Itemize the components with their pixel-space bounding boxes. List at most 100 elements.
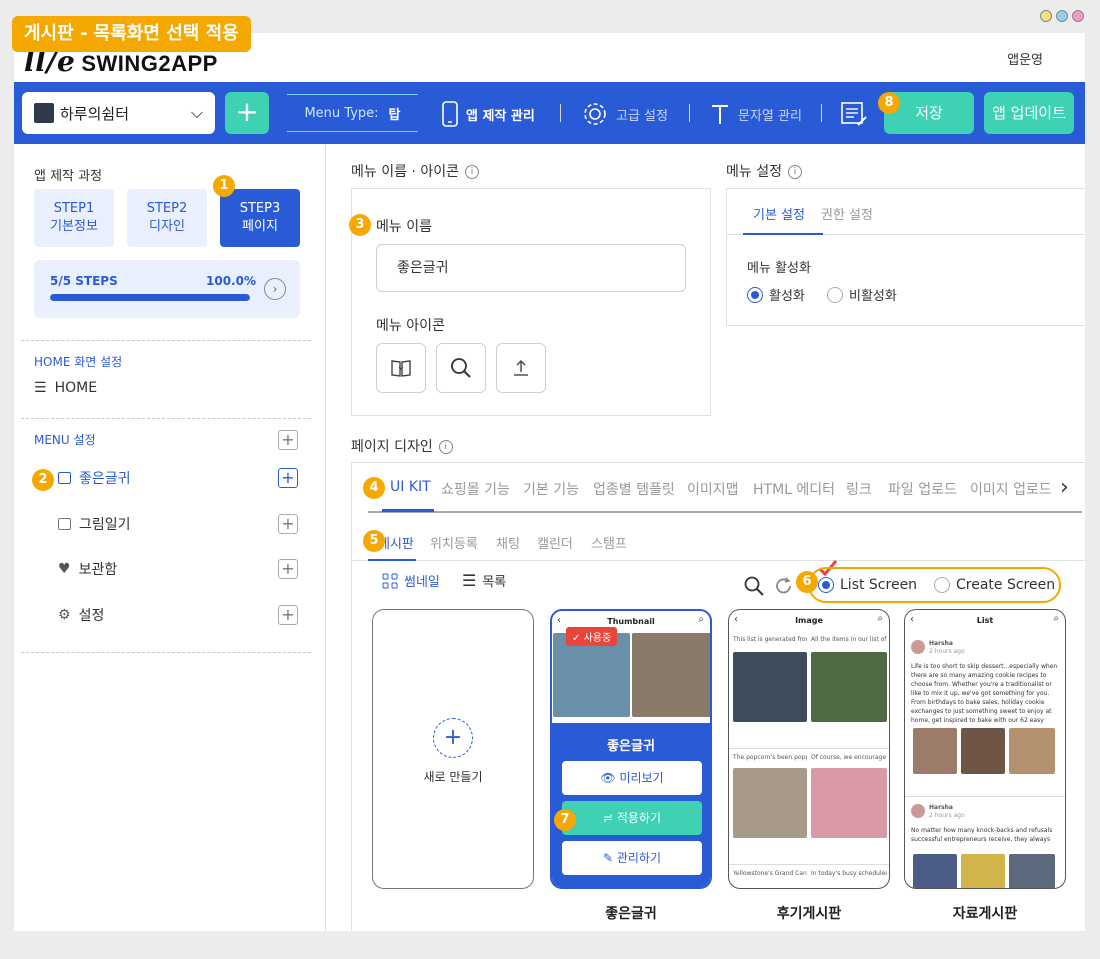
create-screen-radio[interactable]: Create Screen bbox=[934, 577, 1055, 593]
document-edit-button[interactable] bbox=[840, 100, 868, 128]
tab-ui-kit[interactable]: UI KIT bbox=[390, 479, 431, 495]
step1-button[interactable]: STEP1 기본정보 bbox=[34, 189, 114, 247]
subtab-calendar[interactable]: 캘린더 bbox=[537, 533, 573, 552]
search-icon: ⌕ bbox=[877, 613, 883, 624]
maximize-dot[interactable] bbox=[1056, 10, 1068, 22]
minimize-dot[interactable] bbox=[1040, 10, 1052, 22]
menu-name-input[interactable]: 좋은글귀 bbox=[376, 244, 686, 292]
add-submenu-icon[interactable]: + bbox=[278, 605, 298, 625]
step-marker-2: 2 bbox=[32, 469, 54, 491]
add-app-button[interactable]: + bbox=[225, 92, 269, 134]
card-action-overlay: 좋은글귀 👁 미리보기 ≓ 적용하기 ✎ 관리하기 bbox=[552, 723, 710, 887]
tab-permission-settings[interactable]: 권한 설정 bbox=[821, 204, 873, 223]
menu-item-label: 보관함 bbox=[78, 562, 118, 578]
divider bbox=[352, 560, 1085, 561]
hamburger-icon: ☰ bbox=[34, 380, 47, 396]
divider bbox=[689, 104, 690, 122]
info-icon[interactable]: i bbox=[464, 165, 479, 179]
menu-name-section-title: 메뉴 이름 · 아이콘 i bbox=[351, 161, 479, 181]
step-marker-1: 1 bbox=[213, 175, 235, 197]
tab-image-map[interactable]: 이미지맵 bbox=[687, 479, 739, 499]
menu-item-settings[interactable]: ⚙ 설정 bbox=[58, 605, 104, 625]
view-list-toggle[interactable]: ☰ 목록 bbox=[462, 571, 506, 590]
tab-basic-settings[interactable]: 기본 설정 bbox=[753, 204, 805, 223]
image-template-card[interactable]: Image ‹ ⌕ This list is generated from 1.… bbox=[728, 609, 890, 889]
string-manage-button[interactable]: 문자열 관리 bbox=[710, 100, 802, 128]
book-icon-button[interactable] bbox=[376, 343, 426, 393]
advanced-settings-button[interactable]: 고급 설정 bbox=[582, 100, 668, 128]
step-marker-5: 5 bbox=[363, 530, 385, 552]
tab-shopping[interactable]: 쇼핑몰 기능 bbox=[441, 479, 510, 499]
manage-button[interactable]: ✎ 관리하기 bbox=[562, 841, 702, 875]
app-update-button[interactable]: 앱 업데이트 bbox=[984, 92, 1074, 134]
tab-image-upload[interactable]: 이미지 업로드 bbox=[970, 479, 1052, 499]
menu-icon-label: 메뉴 아이콘 bbox=[376, 318, 445, 334]
notes-photo bbox=[961, 854, 1005, 888]
menu-type-display[interactable]: Menu Type: 탑 bbox=[287, 94, 418, 132]
radio-unselected-icon bbox=[934, 577, 950, 593]
divider bbox=[21, 652, 311, 653]
post-text: This list is generated from 1... bbox=[733, 636, 807, 643]
settings-icon: ⚙ bbox=[58, 607, 71, 623]
add-submenu-icon[interactable]: + bbox=[278, 559, 298, 579]
progress-label: 5/5 STEPS bbox=[50, 274, 118, 288]
menu-item-picture-diary[interactable]: 그림일기 bbox=[58, 514, 131, 534]
step2-button[interactable]: STEP2 디자인 bbox=[127, 189, 207, 247]
new-template-card[interactable]: + 새로 만들기 bbox=[372, 609, 534, 889]
tab-file-upload[interactable]: 파일 업로드 bbox=[888, 479, 957, 499]
author-name: Harsha bbox=[929, 804, 953, 811]
post-text: The popcorn's been popped,... bbox=[733, 754, 807, 761]
subtab-chat[interactable]: 채팅 bbox=[496, 533, 520, 552]
menu-settings-label: 메뉴 설정 bbox=[726, 164, 782, 180]
preview-button[interactable]: 👁 미리보기 bbox=[562, 761, 702, 795]
info-icon[interactable]: i bbox=[438, 440, 453, 454]
apply-button[interactable]: ≓ 적용하기 bbox=[562, 801, 702, 835]
tab-html-editor[interactable]: HTML 에디터 bbox=[753, 479, 835, 499]
deactivate-radio[interactable]: 비활성화 bbox=[827, 285, 897, 304]
info-icon[interactable]: i bbox=[787, 165, 802, 179]
menu-name-section-label: 메뉴 이름 · 아이콘 bbox=[351, 164, 459, 180]
add-menu-icon[interactable]: + bbox=[278, 430, 298, 450]
menu-item-good-quotes[interactable]: 좋은글귀 bbox=[58, 468, 131, 488]
step3-line1: STEP3 bbox=[239, 201, 281, 216]
tabs-underline bbox=[368, 511, 1082, 513]
chevron-right-icon[interactable]: › bbox=[264, 278, 286, 300]
operate-link[interactable]: 앱운영 bbox=[1007, 49, 1043, 68]
step3-button[interactable]: STEP3 페이지 bbox=[220, 189, 300, 247]
step1-line2: 기본정보 bbox=[50, 219, 98, 234]
active-tab-indicator bbox=[382, 509, 434, 512]
upload-icon-button[interactable] bbox=[496, 343, 546, 393]
home-menu-item[interactable]: ☰ HOME bbox=[34, 380, 97, 396]
refresh-icon[interactable] bbox=[774, 576, 794, 596]
add-submenu-icon[interactable]: + bbox=[278, 514, 298, 534]
app-build-manage-button[interactable]: 앱 제작 관리 bbox=[442, 100, 535, 128]
search-icon[interactable] bbox=[744, 576, 764, 596]
tab-basic[interactable]: 기본 기능 bbox=[523, 479, 579, 499]
sidebar: 앱 제작 과정 STEP1 기본정보 STEP2 디자인 STEP3 페이지 1… bbox=[14, 144, 326, 931]
subtab-location[interactable]: 위치등록 bbox=[430, 533, 478, 552]
tab-link[interactable]: 링크 bbox=[846, 479, 872, 499]
grid-icon bbox=[382, 573, 398, 588]
activate-radio[interactable]: 활성화 bbox=[747, 285, 805, 304]
add-submenu-icon[interactable]: + bbox=[278, 468, 298, 488]
search-icon-button[interactable] bbox=[436, 343, 486, 393]
chevron-right-icon[interactable]: › bbox=[1060, 475, 1069, 500]
chevron-down-icon: ⌵ bbox=[190, 103, 203, 122]
menu-item-storage[interactable]: ♥ 보관함 bbox=[58, 559, 117, 579]
tab-templates[interactable]: 업종별 템플릿 bbox=[593, 479, 675, 499]
view-thumbnail-label: 썸네일 bbox=[404, 575, 440, 590]
screen-type-selector: List Screen Create Screen bbox=[808, 567, 1061, 603]
list-screen-radio[interactable]: List Screen bbox=[818, 577, 917, 593]
app-select-dropdown[interactable]: 하루의쉼터 ⌵ bbox=[22, 92, 215, 134]
new-template-label: 새로 만들기 bbox=[423, 770, 483, 784]
view-thumbnail-toggle[interactable]: 썸네일 bbox=[382, 571, 440, 590]
thumbnail-template-card[interactable]: Thumbnail ‹ ⌕ ✓ 사용중 좋은글귀 👁 미리보기 ≓ 적용하기 ✎… bbox=[550, 609, 712, 889]
subtab-stamp[interactable]: 스탬프 bbox=[591, 533, 627, 552]
search-icon: ⌕ bbox=[698, 614, 704, 625]
in-use-badge: ✓ 사용중 bbox=[566, 627, 618, 646]
close-dot[interactable] bbox=[1072, 10, 1084, 22]
upload-icon bbox=[514, 360, 528, 376]
menu-name-label: 메뉴 이름 bbox=[376, 219, 432, 235]
back-icon: ‹ bbox=[557, 615, 561, 626]
list-template-card[interactable]: List ‹ ⌕ Harsha 2 hours ago Life is too … bbox=[904, 609, 1066, 889]
